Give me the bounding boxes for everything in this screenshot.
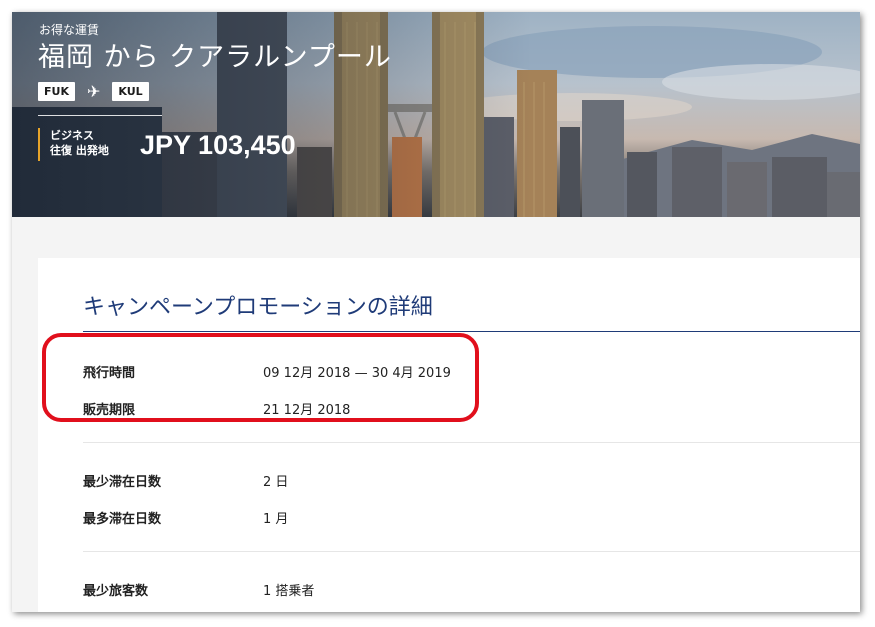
route-title: 福岡 から クアラルンプール — [38, 42, 392, 73]
origin-code-badge: FUK — [38, 82, 75, 101]
hero-divider — [38, 115, 162, 116]
fare-info: ビジネス 往復 出発地 — [38, 128, 109, 161]
detail-row-travel-period: 飛行時間 09 12月 2018 — 30 4月 2019 — [83, 361, 451, 381]
detail-value: 09 12月 2018 — 30 4月 2019 — [263, 365, 451, 381]
row-divider — [83, 442, 860, 443]
detail-label: 最少旅客数 — [83, 583, 149, 599]
detail-label: 最少滞在日数 — [83, 474, 162, 490]
hero-banner: お得な運賃 福岡 から クアラルンプール FUK ✈ KUL ビジネス 往復 出… — [12, 12, 860, 217]
row-divider — [83, 551, 860, 552]
screenshot-frame: お得な運賃 福岡 から クアラルンプール FUK ✈ KUL ビジネス 往復 出… — [12, 12, 860, 612]
fare-class: ビジネス — [50, 129, 94, 142]
fare-type: 往復 出発地 — [50, 144, 109, 157]
promotion-details-card: キャンペーンプロモーションの詳細 飛行時間 09 12月 2018 — 30 4… — [38, 258, 860, 612]
title-divider — [83, 331, 860, 332]
fare-price: JPY 103,450 — [140, 130, 296, 160]
detail-row-sale-deadline: 販売期限 21 12月 2018 — [83, 398, 350, 418]
detail-row-min-stay: 最少滞在日数 2 日 — [83, 470, 288, 490]
detail-value: 1 月 — [263, 511, 289, 527]
detail-value: 2 日 — [263, 474, 289, 490]
detail-label: 飛行時間 — [83, 365, 136, 381]
route-codes: FUK ✈ KUL — [38, 82, 149, 101]
detail-value: 21 12月 2018 — [263, 402, 351, 418]
detail-value: 1 搭乗者 — [263, 583, 315, 599]
airplane-icon: ✈ — [86, 81, 101, 101]
detail-label: 販売期限 — [83, 402, 136, 418]
section-title: キャンペーンプロモーションの詳細 — [83, 295, 433, 320]
detail-row-min-passengers: 最少旅客数 1 搭乗者 — [83, 579, 314, 599]
detail-row-max-stay: 最多滞在日数 1 月 — [83, 507, 288, 527]
detail-label: 最多滞在日数 — [83, 511, 162, 527]
destination-code-badge: KUL — [112, 82, 149, 101]
